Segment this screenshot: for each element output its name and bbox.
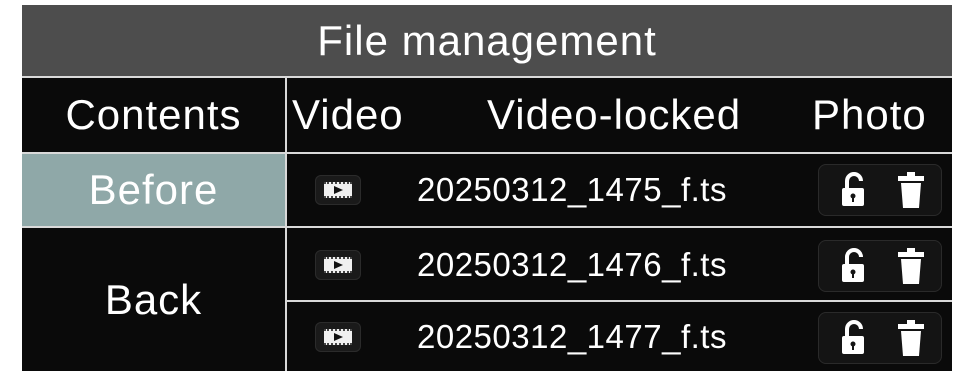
- file-name: 20250312_1476_f.ts: [417, 246, 727, 283]
- file-name: 20250312_1477_f.ts: [417, 318, 727, 355]
- category-back[interactable]: Back: [22, 228, 285, 371]
- trash-icon[interactable]: [886, 164, 936, 216]
- file-row[interactable]: 20250312_1475_f.ts: [287, 154, 952, 226]
- unlock-icon[interactable]: [828, 240, 878, 292]
- file-name: 20250312_1475_f.ts: [417, 171, 727, 208]
- file-row[interactable]: 20250312_1476_f.ts: [287, 228, 952, 300]
- panel-title: File management: [22, 5, 952, 76]
- file-actions: [818, 240, 942, 292]
- trash-icon[interactable]: [886, 240, 936, 292]
- tab-contents[interactable]: Contents: [22, 78, 285, 152]
- category-before[interactable]: Before: [22, 154, 285, 226]
- file-actions: [818, 164, 942, 216]
- file-management-panel: File management Contents Video Video-loc…: [22, 5, 952, 371]
- unlock-icon[interactable]: [828, 312, 878, 364]
- tab-video-locked[interactable]: Video-locked: [487, 78, 741, 152]
- tab-video[interactable]: Video: [292, 78, 404, 152]
- video-file-icon: [315, 175, 361, 205]
- video-file-icon: [315, 250, 361, 280]
- trash-icon[interactable]: [886, 312, 936, 364]
- tab-photo[interactable]: Photo: [812, 78, 927, 152]
- unlock-icon[interactable]: [828, 164, 878, 216]
- file-row[interactable]: 20250312_1477_f.ts: [287, 302, 952, 371]
- video-file-icon: [315, 322, 361, 352]
- file-actions: [818, 312, 942, 364]
